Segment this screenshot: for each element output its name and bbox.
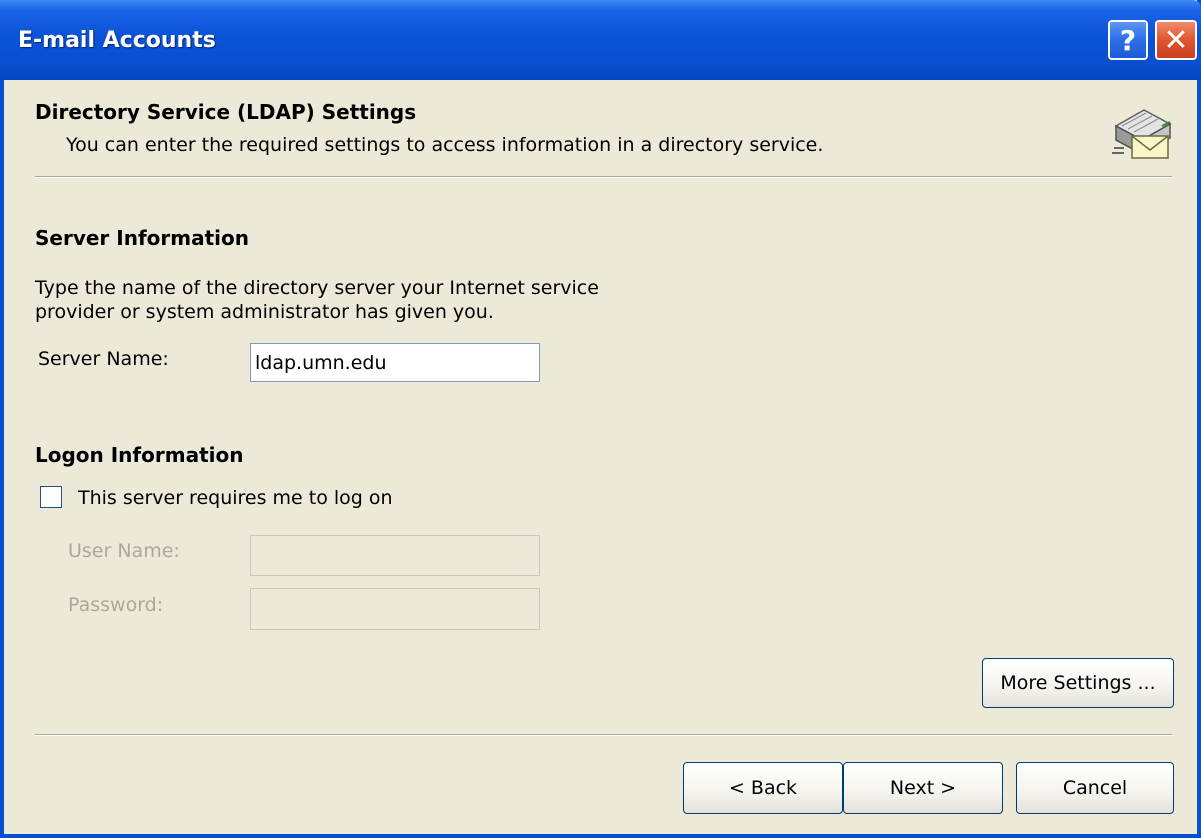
more-settings-label: More Settings ... (1000, 672, 1156, 694)
close-icon: ✕ (1163, 22, 1189, 58)
back-label: < Back (728, 777, 798, 799)
back-button[interactable]: < Back (683, 762, 843, 814)
window-title: E-mail Accounts (18, 28, 216, 53)
requires-logon-label[interactable]: This server requires me to log on (78, 487, 393, 509)
title-bar[interactable]: E-mail Accounts ? ✕ (0, 0, 1201, 80)
page-title: Directory Service (LDAP) Settings (35, 100, 417, 124)
help-button[interactable]: ? (1108, 20, 1148, 60)
server-info-heading: Server Information (35, 226, 249, 250)
server-info-description-line1: Type the name of the directory server yo… (35, 277, 599, 299)
close-button[interactable]: ✕ (1155, 20, 1197, 60)
user-name-input[interactable] (250, 535, 540, 576)
user-name-label: User Name: (68, 540, 180, 562)
logon-info-heading: Logon Information (35, 443, 244, 467)
address-book-icon (1112, 109, 1172, 159)
password-input[interactable] (250, 588, 540, 630)
header-separator (35, 176, 1172, 178)
page-subtitle: You can enter the required settings to a… (66, 134, 824, 156)
cancel-label: Cancel (1062, 777, 1128, 799)
email-accounts-dialog: E-mail Accounts ? ✕ Directory Service (L… (0, 0, 1201, 838)
cancel-button[interactable]: Cancel (1016, 762, 1174, 814)
footer-separator (35, 734, 1172, 736)
wizard-header (4, 80, 1197, 176)
password-label: Password: (68, 594, 164, 616)
more-settings-button[interactable]: More Settings ... (982, 658, 1174, 708)
server-name-label: Server Name: (38, 348, 169, 370)
server-info-description-line2: provider or system administrator has giv… (35, 301, 494, 323)
requires-logon-checkbox[interactable] (40, 486, 62, 508)
server-name-input[interactable]: ldap.umn.edu (250, 343, 540, 382)
next-label: Next > (889, 777, 957, 799)
next-button[interactable]: Next > (843, 762, 1003, 814)
help-icon: ? (1119, 23, 1137, 57)
